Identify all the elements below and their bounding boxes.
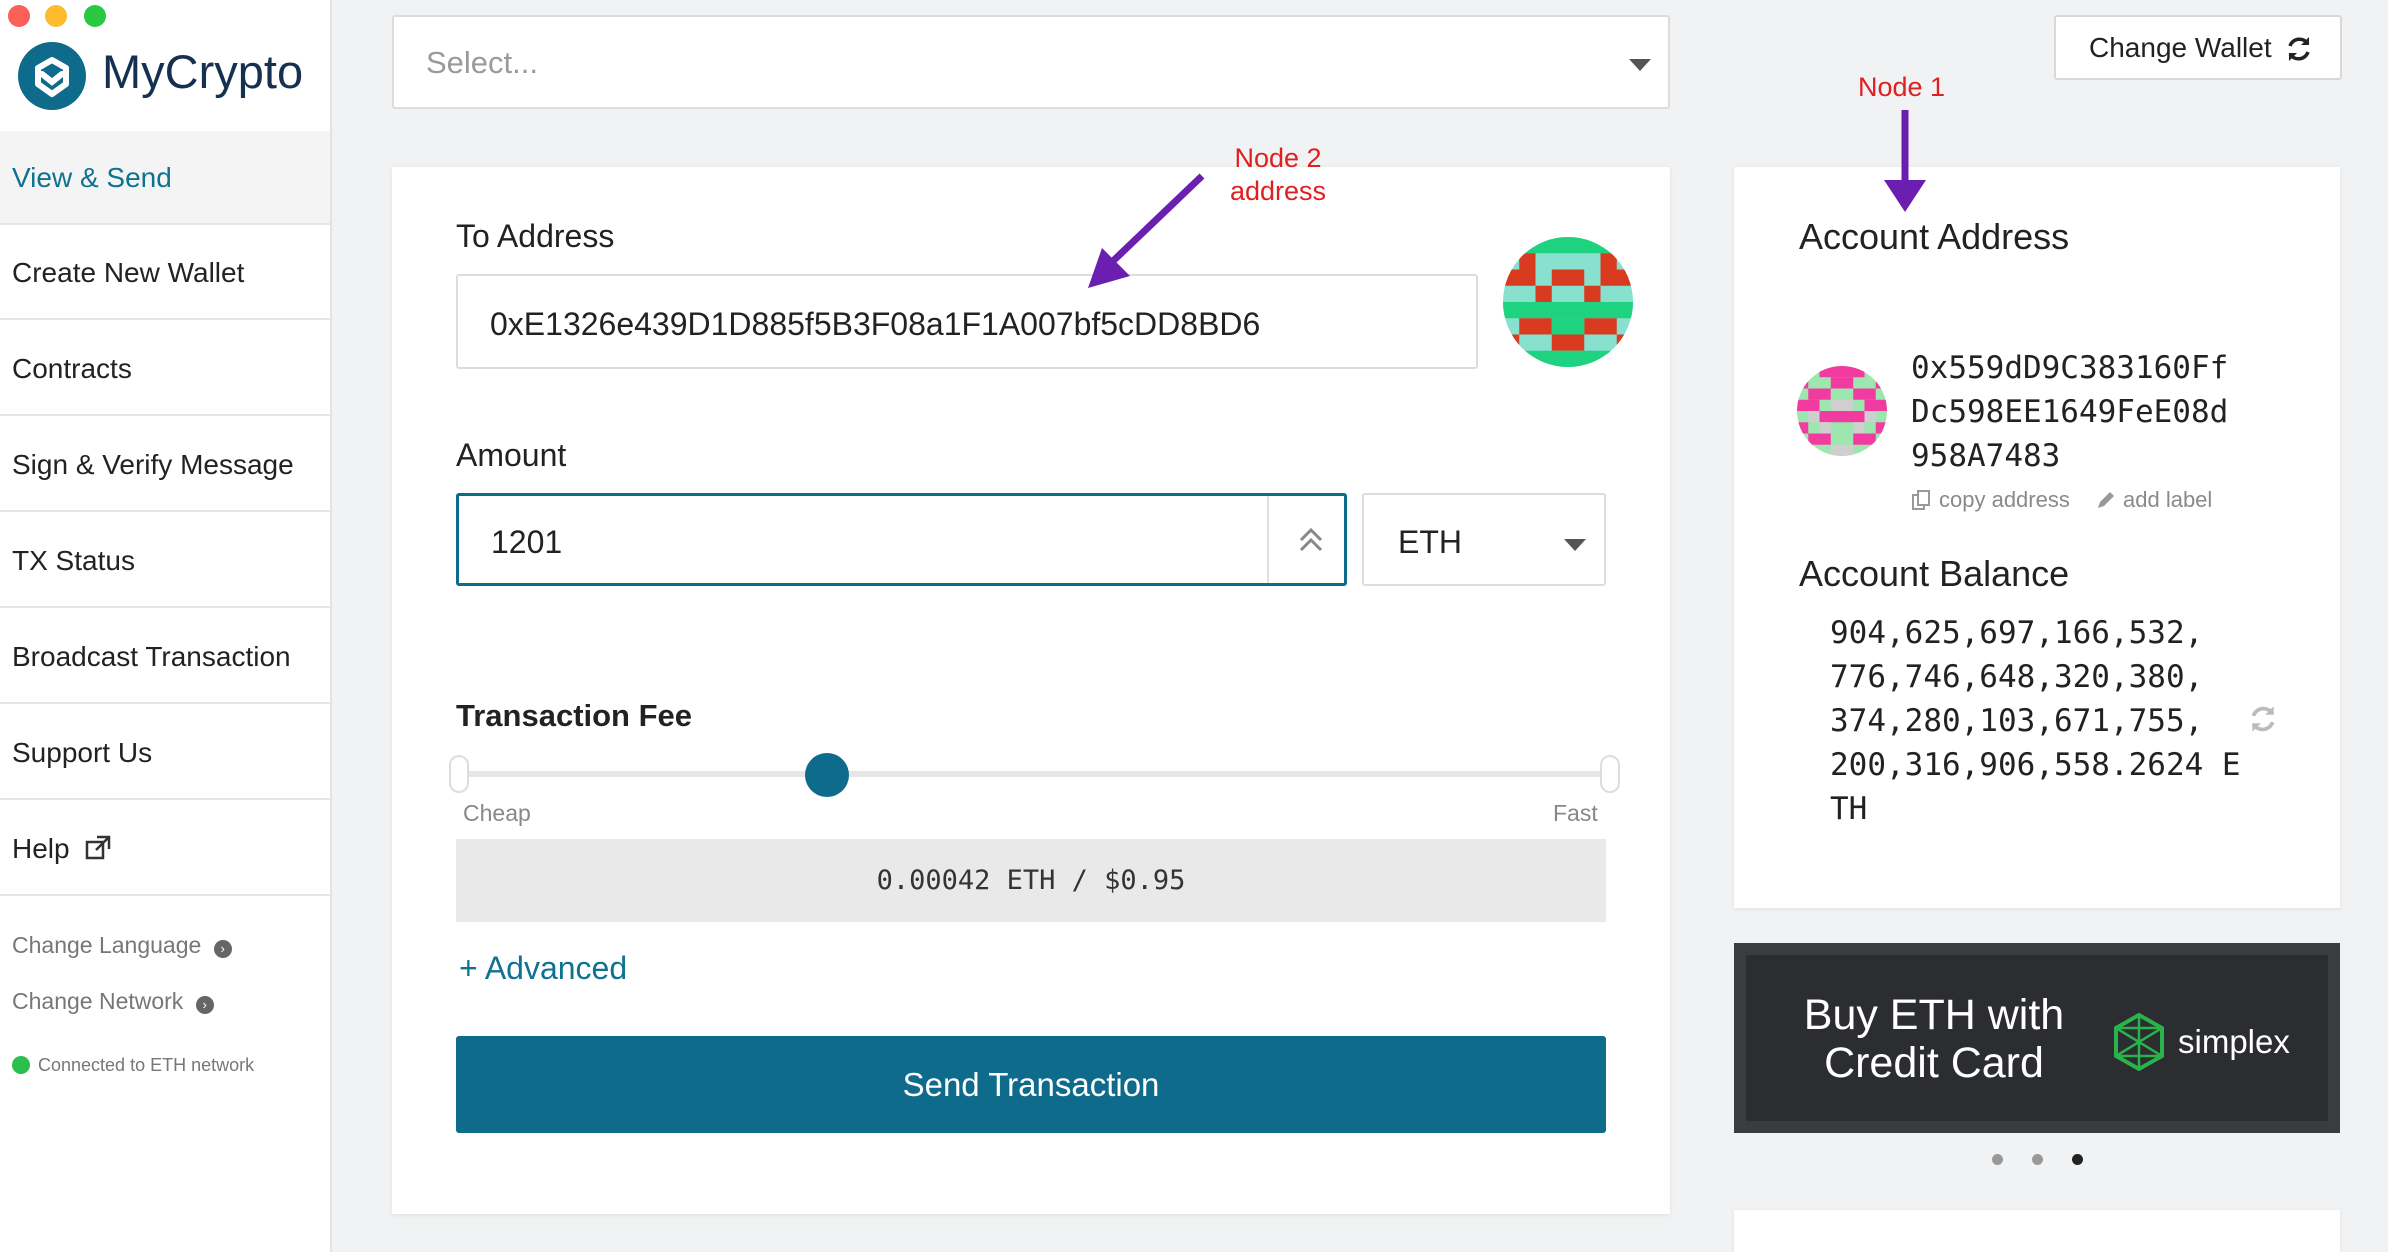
simplex-brand: simplex bbox=[2178, 1023, 2290, 1060]
nav-sign-verify[interactable]: Sign & Verify Message bbox=[0, 418, 330, 512]
select-placeholder: Select... bbox=[426, 45, 538, 80]
change-language-label: Change Language bbox=[12, 932, 202, 958]
balance-line: 904,625,697,166,532, bbox=[1830, 615, 2204, 651]
fee-slider-start-cap bbox=[449, 755, 469, 793]
simplex-logo-icon bbox=[2114, 1013, 2164, 1071]
window-minimize-icon[interactable] bbox=[45, 5, 67, 27]
balance-line: 776,746,648,320,380, bbox=[1830, 659, 2204, 695]
address-line: Dc598EE1649FeE08d bbox=[1911, 394, 2229, 430]
mycrypto-logo-icon bbox=[18, 42, 86, 110]
to-address-value: 0xE1326e439D1D885f5B3F08a1F1A007bf5cDD8B… bbox=[490, 306, 1261, 342]
carousel-dot-active[interactable] bbox=[2072, 1154, 2083, 1165]
window-close-icon[interactable] bbox=[8, 5, 30, 27]
nav-label: Sign & Verify Message bbox=[12, 449, 294, 480]
change-network-link[interactable]: Change Network › bbox=[12, 988, 214, 1015]
window-maximize-icon[interactable] bbox=[84, 5, 106, 27]
buy-eth-promo[interactable]: Buy ETH with Credit Card simplex bbox=[1734, 943, 2340, 1133]
refresh-icon bbox=[2288, 37, 2310, 61]
fee-cheap-label: Cheap bbox=[463, 800, 531, 826]
external-link-icon bbox=[86, 835, 111, 860]
next-card bbox=[1734, 1210, 2340, 1252]
nav-contracts[interactable]: Contracts bbox=[0, 322, 330, 416]
copy-icon bbox=[1912, 490, 1930, 510]
sidebar: MyCrypto View & Send Create New Wallet C… bbox=[0, 0, 332, 1252]
amount-divider bbox=[1267, 496, 1269, 583]
currency-select[interactable]: ETH bbox=[1362, 493, 1606, 586]
nav-label: Support Us bbox=[12, 737, 153, 768]
nav-support[interactable]: Support Us bbox=[0, 706, 330, 800]
promo-text: Buy ETH with Credit Card bbox=[1784, 991, 2084, 1087]
network-status-label: Connected to ETH network bbox=[38, 1055, 255, 1075]
wallet-select[interactable]: Select... bbox=[392, 15, 1670, 109]
nav-label: Help bbox=[12, 833, 70, 864]
account-identicon bbox=[1797, 366, 1887, 456]
nav-label: Broadcast Transaction bbox=[12, 641, 291, 672]
double-chevron-up-icon[interactable] bbox=[1297, 526, 1325, 554]
annotation-line: Node 2 bbox=[1234, 143, 1322, 173]
nav-broadcast[interactable]: Broadcast Transaction bbox=[0, 610, 330, 704]
carousel-dot[interactable] bbox=[1992, 1154, 2003, 1165]
account-address-title: Account Address bbox=[1799, 216, 2070, 257]
nav-label: Contracts bbox=[12, 353, 132, 384]
currency-value: ETH bbox=[1398, 524, 1462, 560]
copy-address-link[interactable]: copy address bbox=[1911, 487, 2070, 513]
nav-label: TX Status bbox=[12, 545, 135, 576]
fee-label: Transaction Fee bbox=[456, 698, 693, 733]
to-address-input[interactable]: 0xE1326e439D1D885f5B3F08a1F1A007bf5cDD8B… bbox=[456, 274, 1478, 369]
to-address-label: To Address bbox=[456, 218, 615, 254]
app-title: MyCrypto bbox=[102, 45, 304, 98]
balance-line: TH bbox=[1830, 791, 1868, 827]
amount-value: 1201 bbox=[491, 524, 563, 560]
node1-annotation: Node 1 bbox=[1858, 72, 1946, 102]
nav-label: Create New Wallet bbox=[12, 257, 245, 288]
add-label-link[interactable]: add label bbox=[2095, 487, 2212, 513]
change-wallet-label: Change Wallet bbox=[2089, 32, 2272, 63]
amount-input[interactable]: 1201 bbox=[456, 493, 1347, 586]
fee-fast-label: Fast bbox=[1553, 800, 1598, 826]
carousel-dot[interactable] bbox=[2032, 1154, 2043, 1165]
connected-status-icon bbox=[12, 1056, 30, 1074]
arrow-circle-icon: › bbox=[213, 940, 232, 958]
account-balance-title: Account Balance bbox=[1799, 553, 2070, 594]
pencil-icon bbox=[2098, 492, 2114, 508]
nav-view-send[interactable]: View & Send bbox=[0, 131, 330, 225]
account-balance-value: 904,625,697,166,532, 776,746,648,320,380… bbox=[1830, 611, 2241, 831]
add-label-label: add label bbox=[2123, 487, 2213, 512]
refresh-balance-icon[interactable] bbox=[2247, 703, 2279, 735]
nav-create-wallet[interactable]: Create New Wallet bbox=[0, 226, 330, 320]
address-line: 958A7483 bbox=[1911, 438, 2061, 474]
arrow-circle-icon: › bbox=[195, 996, 214, 1014]
node2-annotation: Node 2 address bbox=[1230, 142, 1326, 208]
identicon-avatar bbox=[1503, 237, 1633, 367]
nav-label: View & Send bbox=[12, 162, 172, 193]
address-line: 0x559dD9C383160Ff bbox=[1911, 350, 2229, 386]
fee-slider-track[interactable] bbox=[458, 771, 1612, 777]
fee-slider-handle[interactable] bbox=[805, 753, 850, 797]
nav-tx-status[interactable]: TX Status bbox=[0, 514, 330, 608]
change-wallet-button[interactable]: Change Wallet bbox=[2054, 15, 2342, 80]
promo-line: Credit Card bbox=[1824, 1039, 2044, 1087]
change-network-label: Change Network bbox=[12, 988, 184, 1014]
network-status: Connected to ETH network bbox=[12, 1055, 254, 1076]
fee-slider-end-cap bbox=[1600, 755, 1620, 793]
change-language-link[interactable]: Change Language › bbox=[12, 932, 232, 959]
copy-address-label: copy address bbox=[1939, 487, 2070, 512]
chevron-down-icon bbox=[1564, 539, 1586, 551]
balance-line: 200,316,906,558.2624 E bbox=[1830, 747, 2241, 783]
account-address-value: 0x559dD9C383160Ff Dc598EE1649FeE08d 958A… bbox=[1911, 346, 2228, 478]
nav-help[interactable]: Help bbox=[0, 802, 330, 896]
chevron-down-icon bbox=[1629, 59, 1651, 71]
amount-label: Amount bbox=[456, 437, 567, 473]
annotation-line: address bbox=[1230, 176, 1327, 206]
promo-line: Buy ETH with bbox=[1803, 991, 2065, 1039]
fee-value: 0.00042 ETH / $0.95 bbox=[456, 839, 1606, 922]
send-transaction-button[interactable]: Send Transaction bbox=[456, 1036, 1606, 1133]
balance-line: 374,280,103,671,755, bbox=[1830, 703, 2204, 739]
advanced-link[interactable]: + Advanced bbox=[459, 950, 627, 987]
